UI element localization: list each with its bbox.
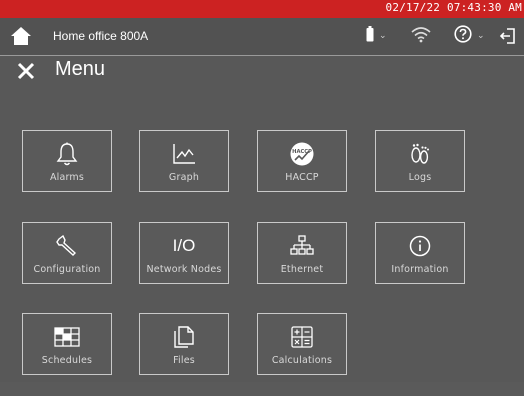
- tile-label: Files: [173, 355, 195, 366]
- tile-label: Ethernet: [280, 264, 324, 275]
- status-bar: 02/17/22 07:43:30 AM: [0, 0, 524, 18]
- tile-label: Alarms: [49, 172, 85, 183]
- schedule-grid-icon: [23, 324, 111, 350]
- tile-graph[interactable]: Graph: [139, 130, 229, 192]
- tile-label: Logs: [408, 172, 432, 183]
- status-datetime: 02/17/22 07:43:30 AM: [385, 1, 522, 14]
- chevron-down-icon: ⌄: [379, 31, 387, 41]
- tile-label: Configuration: [33, 264, 101, 275]
- tile-calculations[interactable]: Calculations: [257, 313, 347, 375]
- tile-network-nodes[interactable]: I/O Network Nodes: [139, 222, 229, 284]
- tile-label: Information: [391, 264, 449, 275]
- graph-icon: [140, 141, 228, 167]
- tile-label: HACCP: [285, 172, 319, 183]
- wrench-icon: [23, 233, 111, 259]
- tile-configuration[interactable]: Configuration: [22, 222, 112, 284]
- bell-icon: [23, 141, 111, 167]
- wifi-icon: [410, 25, 432, 47]
- tile-haccp[interactable]: HACCP HACCP: [257, 130, 347, 192]
- info-icon: [376, 233, 464, 259]
- page-title: Menu: [55, 58, 106, 80]
- calculator-icon: [258, 324, 346, 350]
- bottom-bar: [0, 382, 524, 396]
- tile-logs[interactable]: Logs: [375, 130, 465, 192]
- tile-label: Schedules: [41, 355, 93, 366]
- tile-label: Graph: [168, 172, 200, 183]
- tile-schedules[interactable]: Schedules: [22, 313, 112, 375]
- help-dropdown[interactable]: ⌄: [454, 24, 485, 48]
- header-bar: Home office 800A ⌄ ⌄: [0, 18, 524, 56]
- home-icon[interactable]: [10, 26, 32, 46]
- tile-ethernet[interactable]: Ethernet: [257, 222, 347, 284]
- menu-title-row: Menu: [0, 56, 524, 92]
- files-icon: [140, 324, 228, 350]
- help-icon: [454, 25, 472, 47]
- tile-alarms[interactable]: Alarms: [22, 130, 112, 192]
- footprints-icon: [376, 141, 464, 167]
- battery-dropdown[interactable]: ⌄: [366, 24, 387, 48]
- wifi-status[interactable]: [410, 24, 432, 48]
- logout-icon[interactable]: [500, 24, 516, 48]
- io-icon: I/O: [172, 236, 196, 255]
- tile-files[interactable]: Files: [139, 313, 229, 375]
- close-icon[interactable]: [16, 61, 36, 81]
- chevron-down-icon: ⌄: [477, 31, 485, 41]
- tile-label: Calculations: [271, 355, 333, 366]
- haccp-icon: HACCP: [258, 141, 346, 167]
- svg-text:HACCP: HACCP: [292, 149, 312, 155]
- site-name: Home office 800A: [53, 29, 149, 43]
- tile-label: Network Nodes: [146, 264, 222, 275]
- battery-icon: [366, 26, 374, 46]
- tile-information[interactable]: Information: [375, 222, 465, 284]
- network-icon: [258, 233, 346, 259]
